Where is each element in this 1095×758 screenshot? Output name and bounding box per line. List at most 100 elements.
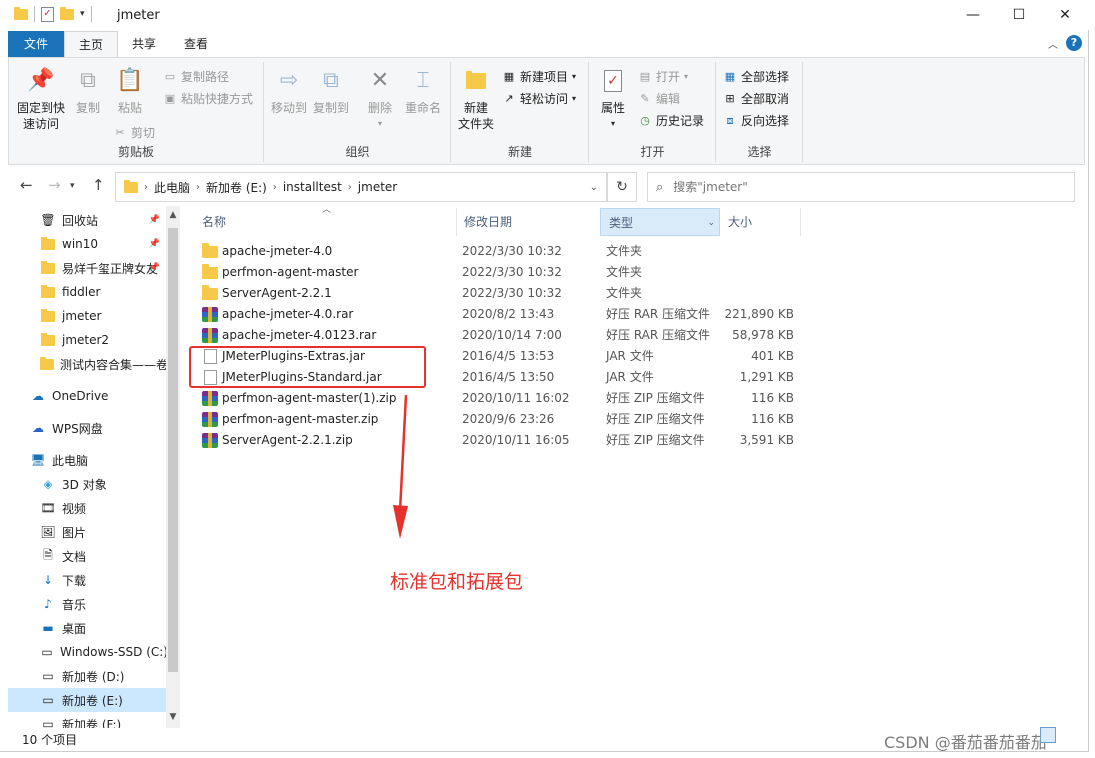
nav-item-documents[interactable]: 🗎 文档: [8, 544, 168, 568]
copy-to-button[interactable]: ⧉ 复制到: [311, 66, 351, 116]
new-folder-icon[interactable]: [60, 6, 74, 20]
file-type: JAR 文件: [606, 370, 654, 384]
chevron-right-icon: ›: [144, 181, 148, 193]
file-row[interactable]: ServerAgent-2.2.1.zip 2020/10/11 16:05 好压 …: [196, 430, 802, 451]
edit-button[interactable]: ✎ 编辑: [638, 90, 680, 107]
tab-file[interactable]: 文件: [8, 31, 65, 57]
paste-button[interactable]: 📋 粘贴: [113, 66, 147, 116]
search-input[interactable]: [673, 180, 1054, 194]
nav-item-wps-cloud[interactable]: ☁ WPS网盘: [8, 416, 168, 440]
help-icon[interactable]: ?: [1066, 35, 1082, 51]
paste-shortcut-button[interactable]: ▣ 粘贴快捷方式: [163, 90, 253, 107]
nav-item-fiddler[interactable]: fiddler: [8, 280, 168, 304]
copy-path-button[interactable]: ▭ 复制路径: [163, 68, 229, 85]
rename-button[interactable]: ⌶ 重命名: [401, 66, 445, 116]
search-box[interactable]: ⌕: [647, 172, 1075, 202]
easy-access-button[interactable]: ↗ 轻松访问 ▾: [502, 90, 576, 107]
refresh-button[interactable]: ↻: [607, 172, 637, 202]
column-header-type[interactable]: 类型 ⌄: [600, 208, 720, 236]
copy-button[interactable]: ⧉ 复制: [71, 66, 105, 116]
select-none-label: 全部取消: [741, 92, 790, 106]
nav-item-videos[interactable]: 🎞 视频: [8, 496, 168, 520]
up-icon[interactable]: ↑: [92, 176, 105, 194]
file-row[interactable]: perfmon-agent-master 2022/3/30 10:32 文件夹: [196, 262, 802, 283]
breadcrumb-jmeter[interactable]: jmeter: [358, 180, 397, 194]
select-all-button[interactable]: ▦ 全部选择: [723, 68, 789, 85]
nav-item-onedrive[interactable]: ☁ OneDrive: [8, 384, 168, 408]
file-type: 好压 ZIP 压缩文件: [606, 412, 705, 426]
breadcrumb-drive-e[interactable]: 新加卷 (E:): [206, 179, 267, 196]
cut-button[interactable]: ✂ 剪切: [113, 124, 155, 141]
file-row[interactable]: perfmon-agent-master.zip 2020/9/6 23:26 好压…: [196, 409, 802, 430]
collapse-ribbon-icon[interactable]: ︿: [1048, 36, 1058, 51]
breadcrumb-this-pc[interactable]: 此电脑: [154, 179, 190, 196]
maximize-button[interactable]: ☐: [996, 0, 1042, 30]
column-divider[interactable]: [800, 208, 801, 236]
minimize-button[interactable]: —: [950, 0, 996, 30]
close-button[interactable]: ✕: [1042, 0, 1088, 30]
column-header-date[interactable]: 修改日期: [456, 208, 600, 236]
nav-item-win10[interactable]: win10 📌: [8, 232, 168, 256]
nav-item-music[interactable]: ♪ 音乐: [8, 592, 168, 616]
properties-button[interactable]: ✓ 属性 ▾: [596, 66, 630, 132]
nav-item-label: 新加卷 (D:): [62, 669, 125, 684]
nav-item-this-pc[interactable]: 🖥 此电脑: [8, 448, 168, 472]
details-view-icon[interactable]: [1040, 727, 1056, 743]
scrollbar-thumb[interactable]: [168, 228, 178, 672]
column-header-name[interactable]: 名称: [194, 208, 456, 236]
customize-toolbar-icon[interactable]: ▾: [80, 9, 85, 19]
address-bar[interactable]: › 此电脑 › 新加卷 (E:) › installtest › jmeter …: [115, 172, 607, 202]
nav-item-pictures[interactable]: 🖼 图片: [8, 520, 168, 544]
nav-scrollbar[interactable]: ▲ ▼: [166, 206, 180, 728]
pin-quick-access-button[interactable]: 📌 固定到快 速访问: [15, 66, 67, 132]
new-item-button[interactable]: ▦ 新建项目 ▾: [502, 68, 576, 85]
new-folder-button[interactable]: 新建 文件夹: [456, 66, 496, 132]
breadcrumb-installtest[interactable]: installtest: [283, 180, 342, 194]
file-row[interactable]: apache-jmeter-4.0123.rar 2020/10/14 7:00 好…: [196, 325, 802, 346]
move-to-label: 移动到: [270, 101, 307, 115]
file-row[interactable]: apache-jmeter-4.0 2022/3/30 10:32 文件夹: [196, 241, 802, 262]
nav-item-drive-c[interactable]: ▭ Windows-SSD (C:): [8, 640, 168, 664]
nav-item-desktop[interactable]: ▬ 桌面: [8, 616, 168, 640]
properties-icon: ✓: [598, 66, 628, 96]
chevron-down-icon[interactable]: ⌄: [707, 209, 715, 237]
file-date: 2022/3/30 10:32: [462, 244, 562, 258]
recent-locations-icon[interactable]: ▾: [70, 181, 75, 191]
nav-item-label: 音乐: [62, 597, 87, 612]
select-none-button[interactable]: ⊞ 全部取消: [723, 90, 789, 107]
forward-icon[interactable]: →: [48, 176, 61, 194]
folder-icon: [40, 356, 54, 371]
history-button[interactable]: ◷ 历史记录: [638, 112, 704, 129]
file-type: 好压 ZIP 压缩文件: [606, 433, 705, 447]
file-date: 2020/10/11 16:05: [462, 433, 570, 447]
column-header-size[interactable]: 大小: [720, 208, 800, 236]
file-row[interactable]: apache-jmeter-4.0.rar 2020/8/2 13:43 好压 RA…: [196, 304, 802, 325]
nav-item-3d-objects[interactable]: ◈ 3D 对象: [8, 472, 168, 496]
music-icon: ♪: [44, 597, 52, 611]
nav-item-test-collection[interactable]: 测试内容合集——卷: [8, 352, 168, 376]
nav-item-downloads[interactable]: ↓ 下载: [8, 568, 168, 592]
properties-icon[interactable]: ✓: [41, 6, 54, 22]
tab-share[interactable]: 共享: [118, 31, 170, 57]
nav-item-drive-d[interactable]: ▭ 新加卷 (D:): [8, 664, 168, 688]
nav-item-jmeter[interactable]: jmeter: [8, 304, 168, 328]
nav-item-drive-e[interactable]: ▭ 新加卷 (E:): [8, 688, 168, 712]
move-to-button[interactable]: ⇨ 移动到: [269, 66, 309, 116]
open-button[interactable]: ▤ 打开 ▾: [638, 68, 688, 85]
view-toggle: [1040, 727, 1056, 743]
delete-button[interactable]: ✕ 删除 ▾: [363, 66, 397, 132]
nav-item-recycle-bin[interactable]: 🗑 回收站 📌: [8, 208, 168, 232]
chevron-down-icon[interactable]: ⌄: [590, 182, 598, 193]
scroll-down-icon[interactable]: ▼: [166, 712, 180, 722]
tab-home[interactable]: 主页: [64, 31, 119, 57]
file-row[interactable]: perfmon-agent-master(1).zip 2020/10/11 16…: [196, 388, 802, 409]
nav-item-folder[interactable]: 易烊千玺正牌女友 📌: [8, 256, 168, 280]
nav-item-jmeter2[interactable]: jmeter2: [8, 328, 168, 352]
file-row[interactable]: ServerAgent-2.2.1 2022/3/30 10:32 文件夹: [196, 283, 802, 304]
back-icon[interactable]: ←: [20, 176, 33, 194]
file-name: perfmon-agent-master: [222, 265, 359, 279]
nav-item-drive-f[interactable]: ▭ 新加卷 (F:): [8, 712, 168, 728]
tab-view[interactable]: 查看: [170, 31, 222, 57]
scroll-up-icon[interactable]: ▲: [166, 210, 180, 220]
invert-selection-button[interactable]: ⧈ 反向选择: [723, 112, 790, 129]
